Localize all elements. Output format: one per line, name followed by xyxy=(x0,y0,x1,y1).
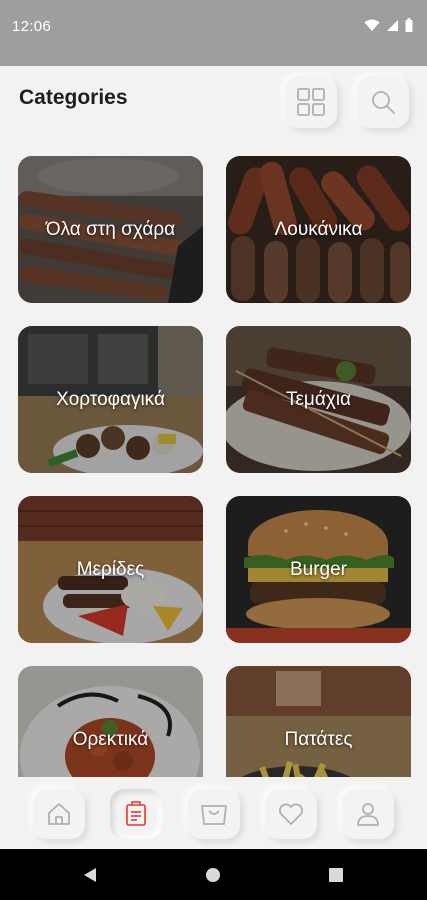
home-icon xyxy=(48,803,70,825)
system-back-button[interactable] xyxy=(70,849,110,900)
bottom-nav xyxy=(0,777,427,849)
nav-home-button[interactable] xyxy=(33,789,85,839)
category-card-appetizers[interactable]: Ορεκτικά xyxy=(18,666,203,777)
back-icon xyxy=(84,867,96,882)
user-icon xyxy=(357,803,379,826)
status-bar: 12:06 xyxy=(0,0,427,66)
battery-icon xyxy=(405,18,413,32)
page-title: Categories xyxy=(19,86,128,109)
status-time: 12:06 xyxy=(12,18,52,35)
category-card-sausages[interactable]: Λουκάνικα xyxy=(226,156,411,303)
circle-icon xyxy=(206,867,220,882)
category-card-grill[interactable]: Όλα στη σχάρα xyxy=(18,156,203,303)
system-nav-bar xyxy=(0,849,427,900)
header: Categories xyxy=(0,66,427,146)
heart-icon xyxy=(279,803,303,825)
category-card-skewers[interactable]: Τεμάχια xyxy=(226,326,411,473)
nav-profile-button[interactable] xyxy=(342,789,394,839)
category-label: Τεμάχια xyxy=(285,388,352,410)
category-label: Όλα στη σχάρα xyxy=(45,218,176,240)
search-icon xyxy=(372,91,395,114)
shopping-bag-icon xyxy=(201,805,227,825)
system-home-button[interactable] xyxy=(193,849,233,900)
category-card-burger[interactable]: Burger xyxy=(226,496,411,643)
screen: 12:06 Categories Όλα στη σχάρα Λουκάνικα… xyxy=(0,0,427,900)
category-label: Πατάτες xyxy=(284,728,353,750)
cell-signal-icon xyxy=(387,19,398,31)
nav-cart-button[interactable] xyxy=(188,789,240,839)
search-button[interactable] xyxy=(357,76,409,128)
system-recents-button[interactable] xyxy=(316,849,356,900)
grid-icon xyxy=(297,88,325,116)
nav-favorites-button[interactable] xyxy=(265,789,317,839)
category-card-vegetarian[interactable]: Χορτοφαγικά xyxy=(18,326,203,473)
category-card-portions[interactable]: Μερίδες xyxy=(18,496,203,643)
nav-categories-button[interactable] xyxy=(110,789,162,839)
wifi-icon xyxy=(364,19,380,31)
category-label: Λουκάνικα xyxy=(274,218,363,240)
grid-view-button[interactable] xyxy=(285,76,337,128)
category-label: Χορτοφαγικά xyxy=(56,388,165,410)
menu-board-icon xyxy=(126,801,146,826)
category-card-fries[interactable]: Πατάτες xyxy=(226,666,411,777)
category-label: Ορεκτικά xyxy=(72,728,149,750)
category-label: Μερίδες xyxy=(76,558,145,580)
status-icons xyxy=(364,18,413,32)
category-label: Burger xyxy=(289,558,348,580)
category-grid: Όλα στη σχάρα Λουκάνικα Χορτοφαγικά Τεμά… xyxy=(0,146,427,777)
square-icon xyxy=(329,867,343,882)
